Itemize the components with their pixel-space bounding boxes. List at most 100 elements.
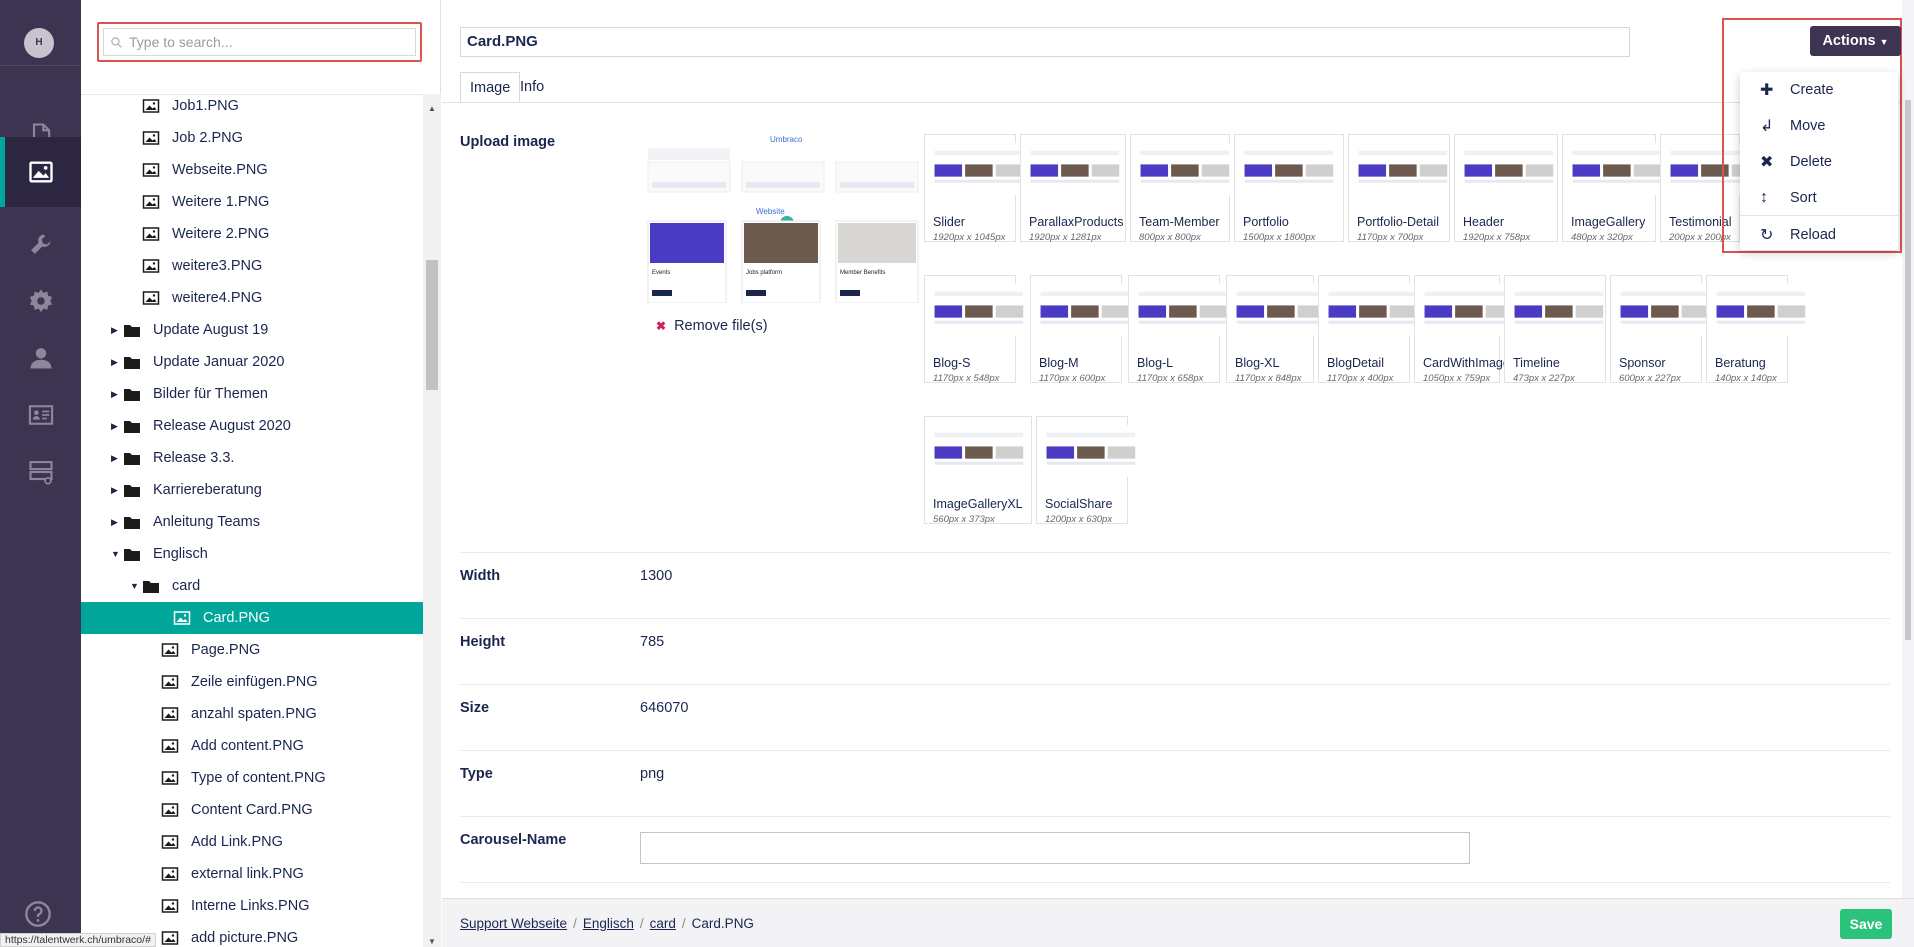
uploaded-image-preview[interactable]: Umbraco Website Events Jobs platform Mem… — [646, 128, 922, 303]
caret-right-icon[interactable]: ▶ — [111, 517, 123, 528]
menu-item-sort[interactable]: ↕ Sort — [1740, 180, 1898, 216]
tree-item[interactable]: Card.PNG — [81, 602, 423, 634]
menu-item-create[interactable]: ✚ Create — [1740, 72, 1898, 108]
save-button[interactable]: Save — [1840, 909, 1892, 939]
preview-col3-text: Member Benefits — [840, 270, 885, 276]
tree-item[interactable]: Add content.PNG — [149, 730, 304, 762]
crop-thumbnail[interactable]: BlogDetail 1170px x 400px — [1318, 275, 1419, 384]
tree-scroll-thumb[interactable] — [426, 260, 438, 390]
folder-icon — [124, 389, 140, 401]
crop-thumbnail[interactable]: Slider 1920px x 1045px — [924, 134, 1025, 243]
caret-down-icon[interactable]: ▼ — [111, 549, 123, 559]
crop-thumbnail[interactable]: Sponsor 600px x 227px — [1610, 275, 1711, 384]
crop-thumbnail[interactable]: Beratung 140px x 140px — [1706, 275, 1807, 384]
tree-item-label: Page.PNG — [191, 642, 261, 658]
tree-item[interactable]: Weitere 2.PNG — [130, 218, 269, 250]
breadcrumb-item[interactable]: card — [650, 916, 676, 931]
caret-right-icon[interactable]: ▶ — [111, 453, 123, 464]
tree-folder[interactable]: ▶ Update Januar 2020 — [111, 346, 284, 378]
scroll-up-arrow[interactable]: ▲ — [426, 104, 438, 113]
caret-right-icon[interactable]: ▶ — [111, 485, 123, 496]
tree-item[interactable]: Webseite.PNG — [130, 154, 268, 186]
crop-preview-image — [1235, 284, 1327, 336]
tree-item-label: external link.PNG — [191, 866, 304, 882]
tree-item[interactable]: Zeile einfügen.PNG — [149, 666, 318, 698]
crop-thumbnail[interactable]: ParallaxProducts 1920px x 1281px — [1020, 134, 1126, 243]
tree-folder[interactable]: ▶ Karriereberatung — [111, 474, 262, 506]
tree-item[interactable]: Interne Links.PNG — [149, 890, 309, 922]
actions-button[interactable]: Actions ▼ — [1810, 26, 1901, 56]
crop-thumbnail[interactable]: Team-Member 800px x 800px — [1130, 134, 1231, 243]
crop-thumbnail[interactable]: CardWithImage 1050px x 759px — [1414, 275, 1515, 384]
crop-thumbnail[interactable]: ImageGalleryXL 560px x 373px — [924, 416, 1032, 525]
tree-folder[interactable]: ▶ Release 3.3. — [111, 442, 234, 474]
preview-website-text: Website — [756, 207, 785, 216]
carousel-name-input[interactable] — [640, 832, 1470, 864]
crop-thumbnail[interactable]: Header 1920px x 758px — [1454, 134, 1558, 243]
tree-folder[interactable]: ▼ card — [130, 570, 200, 602]
crop-size: 1920px x 1045px — [933, 232, 1006, 243]
breadcrumb-item[interactable]: Support Webseite — [460, 916, 567, 931]
crop-preview-image — [1045, 425, 1137, 477]
tree-item[interactable]: Content Card.PNG — [149, 794, 313, 826]
tree-item[interactable]: external link.PNG — [149, 858, 304, 890]
crop-thumbnail[interactable]: SocialShare 1200px x 630px — [1036, 416, 1137, 525]
tree-folder[interactable]: ▼ Englisch — [111, 538, 208, 570]
tree-item[interactable]: add picture.PNG — [149, 922, 298, 947]
crop-thumbnail[interactable]: Portfolio 1500px x 1800px — [1234, 134, 1344, 243]
crop-name: ImageGallery — [1571, 215, 1646, 229]
preview-brand-text: Umbraco — [770, 135, 803, 144]
crop-thumbnail[interactable]: Blog-S 1170px x 548px — [924, 275, 1025, 384]
crop-size: 1170px x 848px — [1235, 373, 1302, 384]
tree-item[interactable]: Add Link.PNG — [149, 826, 283, 858]
tree-item-label: Release 3.3. — [153, 450, 235, 466]
caret-right-icon[interactable]: ▶ — [111, 389, 123, 400]
caret-down-icon[interactable]: ▼ — [130, 581, 142, 591]
tree-scrollbar[interactable] — [423, 94, 441, 947]
type-value: png — [640, 766, 665, 782]
crop-thumbnail[interactable]: Blog-M 1170px x 600px — [1030, 275, 1131, 384]
breadcrumb-item[interactable]: Englisch — [583, 916, 634, 931]
tree-item[interactable]: Job 2.PNG — [130, 122, 243, 154]
crop-thumbnail[interactable]: Blog-XL 1170px x 848px — [1226, 275, 1327, 384]
menu-item-move[interactable]: ↲ Move — [1740, 108, 1898, 144]
crop-preview-image — [1463, 143, 1555, 195]
tree-item[interactable]: Weitere 1.PNG — [130, 186, 269, 218]
tree-item[interactable]: weitere3.PNG — [130, 250, 262, 282]
row-divider — [460, 552, 1890, 553]
crop-preview-image — [933, 143, 1025, 195]
tree-folder[interactable]: ▶ Bilder für Themen — [111, 378, 268, 410]
image-icon — [142, 131, 160, 145]
tree-folder[interactable]: ▶ Anleitung Teams — [111, 506, 260, 538]
tree-folder[interactable]: ▶ Release August 2020 — [111, 410, 291, 442]
tree-item[interactable]: anzahl spaten.PNG — [149, 698, 317, 730]
crop-thumbnail[interactable]: Portfolio-Detail 1170px x 700px — [1348, 134, 1450, 243]
tree-item[interactable]: Page.PNG — [149, 634, 260, 666]
menu-item-delete[interactable]: ✖ Delete — [1740, 144, 1898, 180]
image-icon — [28, 161, 53, 183]
tree-folder[interactable]: ▶ Update August 19 — [111, 314, 268, 346]
scroll-down-arrow[interactable]: ▼ — [426, 937, 438, 946]
caret-right-icon[interactable]: ▶ — [111, 325, 123, 336]
tree-item[interactable]: Job1.PNG — [130, 94, 239, 122]
tree-item[interactable]: Type of content.PNG — [149, 762, 326, 794]
crop-thumbnail[interactable]: ImageGallery 480px x 320px — [1562, 134, 1663, 243]
section-media[interactable] — [0, 137, 81, 207]
search-input[interactable] — [129, 34, 415, 50]
section-forms[interactable] — [0, 437, 81, 507]
user-avatar[interactable]: H — [24, 28, 54, 58]
main-scrollbar[interactable] — [1902, 0, 1914, 898]
search-box — [103, 28, 416, 56]
crop-thumbnail[interactable]: Timeline 473px x 227px — [1504, 275, 1606, 384]
tab-info[interactable]: Info — [511, 72, 553, 103]
type-label: Type — [460, 766, 493, 782]
caret-right-icon[interactable]: ▶ — [111, 421, 123, 432]
tree-item[interactable]: weitere4.PNG — [130, 282, 262, 314]
help-icon[interactable] — [24, 900, 52, 928]
remove-files-link[interactable]: ✖ Remove file(s) — [656, 318, 768, 334]
menu-item-reload[interactable]: ↻ Reload — [1740, 217, 1898, 253]
size-value: 646070 — [640, 700, 689, 716]
caret-right-icon[interactable]: ▶ — [111, 357, 123, 368]
media-name-input[interactable]: Card.PNG — [460, 27, 1630, 57]
crop-thumbnail[interactable]: Blog-L 1170px x 658px — [1128, 275, 1229, 384]
